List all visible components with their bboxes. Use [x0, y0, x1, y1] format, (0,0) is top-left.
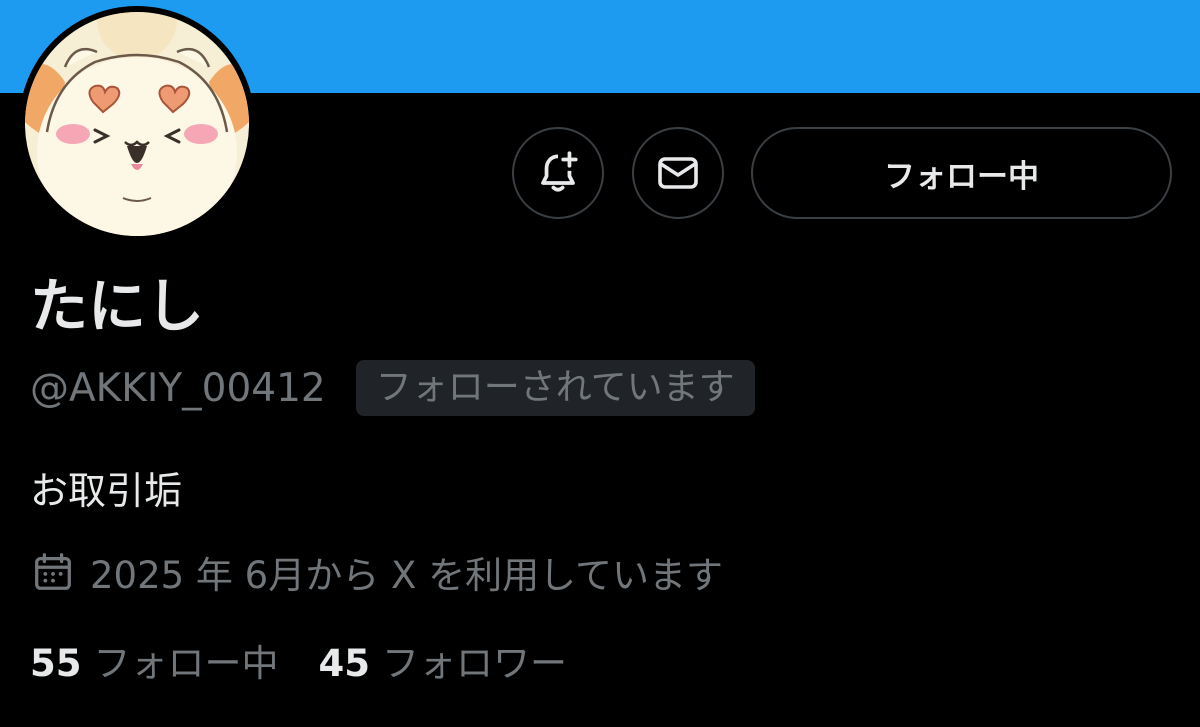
display-name: たにし	[30, 272, 205, 340]
notify-button[interactable]	[512, 127, 604, 219]
follows-you-badge: フォローされています	[355, 360, 755, 416]
following-stat-link[interactable]: 55 フォロー中	[30, 633, 279, 687]
calendar-icon	[35, 553, 71, 590]
hamster-avatar-icon	[25, 12, 249, 236]
joined-date-row: 2025 年 6月から X を利用しています	[30, 544, 723, 600]
follow-stats: 55 フォロー中 45 フォロワー	[30, 632, 567, 688]
following-button[interactable]: フォロー中	[751, 127, 1172, 219]
joined-date-text: 2025 年 6月から X を利用しています	[90, 554, 723, 597]
followers-label: フォロワー	[382, 642, 567, 685]
following-count: 55	[30, 642, 82, 685]
user-handle: @AKKIY_00412	[30, 365, 326, 411]
followers-count: 45	[318, 642, 371, 685]
handle-row: @AKKIY_00412 フォローされています	[30, 360, 755, 416]
profile-avatar[interactable]	[19, 6, 255, 242]
followers-stat-link[interactable]: 45 フォロワー	[319, 633, 568, 687]
message-button[interactable]	[632, 127, 724, 219]
bell-plus-icon	[541, 151, 578, 192]
profile-bio: お取引垢	[30, 469, 183, 513]
envelope-icon	[658, 157, 698, 189]
following-label: フォロー中	[93, 642, 279, 685]
